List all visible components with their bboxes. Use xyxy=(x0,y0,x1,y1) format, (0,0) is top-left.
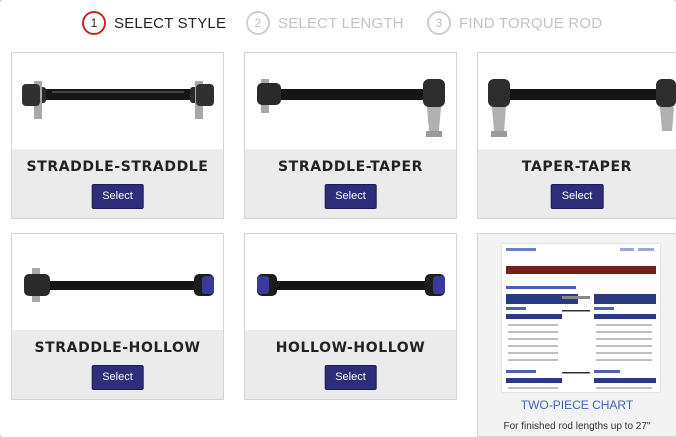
product-card-taper-taper[interactable]: TAPER-TAPER Select xyxy=(477,52,676,219)
step-label: SELECT STYLE xyxy=(114,14,227,32)
chart-description: For finished rod lengths up to 27" xyxy=(503,421,651,432)
select-button[interactable]: Select xyxy=(91,365,144,390)
select-button[interactable]: Select xyxy=(550,184,604,209)
product-title: STRADDLE-HOLLOW xyxy=(34,340,201,356)
style-selector-panel: 1 SELECT STYLE 2 SELECT LENGTH 3 FIND TO… xyxy=(0,0,676,437)
select-button[interactable]: Select xyxy=(324,365,377,390)
product-card-straddle-hollow[interactable]: STRADDLE-HOLLOW Select xyxy=(11,233,224,400)
product-card-straddle-straddle[interactable]: STRADDLE-STRADDLE Select xyxy=(11,52,224,219)
step-number: 1 xyxy=(82,11,106,35)
product-card-hollow-hollow[interactable]: HOLLOW-HOLLOW Select xyxy=(244,233,457,400)
chart-thumbnail xyxy=(502,244,660,392)
two-piece-chart-link[interactable]: TWO-PIECE CHART xyxy=(478,398,676,412)
two-piece-chart-card[interactable]: TWO-PIECE CHART For finished rod lengths… xyxy=(477,233,676,437)
product-image xyxy=(12,234,223,330)
product-card-straddle-taper[interactable]: STRADDLE-TAPER Select xyxy=(244,52,457,219)
product-image xyxy=(12,53,223,149)
product-image xyxy=(478,53,676,149)
product-title: STRADDLE-STRADDLE xyxy=(26,159,209,175)
step-select-length[interactable]: 2 SELECT LENGTH xyxy=(246,8,404,38)
product-title: STRADDLE-TAPER xyxy=(277,159,424,175)
step-select-style[interactable]: 1 SELECT STYLE xyxy=(82,8,226,38)
step-find-torque-rod[interactable]: 3 FIND TORQUE ROD xyxy=(427,8,602,38)
product-image xyxy=(245,53,456,149)
product-title: HOLLOW-HOLLOW xyxy=(275,340,426,356)
step-number: 3 xyxy=(427,11,451,35)
product-image xyxy=(245,234,456,330)
select-button[interactable]: Select xyxy=(91,184,144,209)
step-label: SELECT LENGTH xyxy=(278,14,404,32)
select-button[interactable]: Select xyxy=(324,184,377,209)
product-title: TAPER-TAPER xyxy=(521,159,633,175)
step-label: FIND TORQUE ROD xyxy=(459,14,603,32)
step-number: 2 xyxy=(246,11,270,35)
